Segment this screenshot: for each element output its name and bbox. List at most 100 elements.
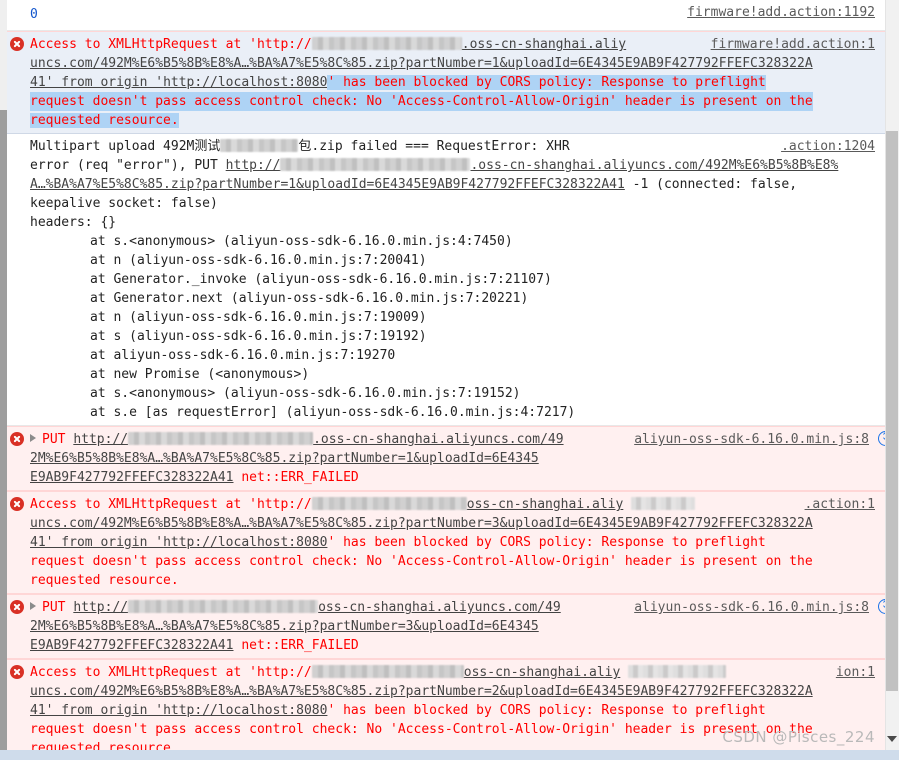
stack-frame[interactable]: at n (aliyun-oss-sdk-6.16.0.min.js:7:200…: [30, 251, 875, 270]
url-query[interactable]: A…%BA%A7%E5%8C%85.zip?partNumber=1&uploa…: [30, 177, 625, 192]
console-value: 0: [30, 7, 38, 22]
url-host-path[interactable]: oss-cn-shanghai.aliyuncs.com/49: [318, 600, 561, 615]
stack-frame[interactable]: at s.<anonymous> (aliyun-oss-sdk-6.16.0.…: [30, 384, 875, 403]
error-circle-icon: [10, 37, 24, 51]
url-fragment-tail[interactable]: 41' from origin ': [30, 703, 163, 718]
url-fragment[interactable]: uncs.com/492M%E6%B5%8B%E8%A…%BA%A7%E5%8C…: [30, 684, 813, 699]
error-circle-icon: [10, 600, 24, 614]
console-row-cors-error-3[interactable]: Access to XMLHttpRequest at 'http:// oss-…: [0, 659, 899, 760]
expand-triangle-icon[interactable]: [30, 434, 36, 442]
url-scheme[interactable]: http://: [73, 600, 128, 615]
console-source-link[interactable]: ion:1: [836, 663, 875, 682]
detail-line-5: headers: {}: [30, 215, 117, 230]
error-message-selected-a: ' has been blocked by CORS policy: Respo…: [327, 75, 766, 90]
error-circle-icon: [10, 432, 24, 446]
vertical-scrollbar-track[interactable]: [885, 0, 899, 760]
status-badge: net::ERR_FAILED: [241, 470, 359, 485]
bottom-status-bar: [0, 750, 899, 760]
error-message-line4: request doesn't pass access control chec…: [30, 554, 813, 569]
stack-frame[interactable]: at Generator.next (aliyun-oss-sdk-6.16.0…: [30, 289, 875, 308]
error-circle-icon: [10, 665, 24, 679]
stack-frame[interactable]: at n (aliyun-oss-sdk-6.16.0.min.js:7:190…: [30, 308, 875, 327]
detail-line-3: A…%BA%A7%E5%8C%85.zip?partNumber=1&uploa…: [30, 175, 875, 194]
stack-frame[interactable]: at s.e [as requestError] (aliyun-oss-sdk…: [30, 403, 875, 422]
status-badge: net::ERR_FAILED: [241, 638, 359, 653]
put-url-line3: E9AB9F427792FFEFC328322A41 net::ERR_FAIL…: [30, 468, 875, 487]
url-query[interactable]: 2M%E6%B5%8B%E8%A…%BA%A7%E5%8C%85.zip?par…: [30, 619, 539, 634]
stack-frame[interactable]: at s.<anonymous> (aliyun-oss-sdk-6.16.0.…: [30, 232, 875, 251]
console-source-link[interactable]: aliyun-oss-sdk-6.16.0.min.js:8: [634, 598, 869, 617]
console-source-link[interactable]: firmware!add.action:1: [711, 35, 875, 54]
host-suffix[interactable]: .oss-cn-shanghai.aliy: [462, 37, 626, 52]
error-message-part: Access to XMLHttpRequest at 'http://: [30, 497, 312, 512]
put-url-line3: E9AB9F427792FFEFC328322A41 net::ERR_FAIL…: [30, 636, 875, 655]
redacted-filename: [220, 139, 299, 152]
console-source-link[interactable]: aliyun-oss-sdk-6.16.0.min.js:8: [634, 430, 869, 449]
put-url-line2: 2M%E6%B5%8B%E8%A…%BA%A7%E5%8C%85.zip?par…: [30, 617, 875, 636]
console-row-put-error-1[interactable]: PUT http://.oss-cn-shanghai.aliyuncs.com…: [0, 426, 899, 491]
error-message-line3: 41' from origin 'http://localhost:8080' …: [30, 701, 875, 720]
stack-frame[interactable]: at new Promise (<anonymous>): [30, 365, 875, 384]
redacted-host-2: [280, 158, 471, 171]
detail-text-3: error (req "error"), PUT: [30, 158, 226, 173]
error-message-line2: uncs.com/492M%E6%B5%8B%E8%A…%BA%A7%E5%8C…: [30, 514, 875, 533]
error-message-part: Access to XMLHttpRequest at 'http://: [30, 37, 312, 52]
stack-frame[interactable]: at s (aliyun-oss-sdk-6.16.0.min.js:7:191…: [30, 327, 875, 346]
error-message-line4: request doesn't pass access control chec…: [30, 722, 813, 737]
error-message-line4: request doesn't pass access control chec…: [30, 92, 813, 111]
scroll-down-arrow-icon[interactable]: [887, 736, 897, 742]
error-message-line5: requested resource.: [30, 573, 179, 588]
url-host-path[interactable]: .oss-cn-shanghai.aliyuncs.com/492M%E6%B5…: [470, 158, 838, 173]
error-message-line2: uncs.com/492M%E6%B5%8B%E8%A…%BA%A7%E5%8C…: [30, 682, 875, 701]
url-fragment[interactable]: uncs.com/492M%E6%B5%8B%E8%A…%BA%A7%E5%8C…: [30, 516, 813, 531]
redacted-host-1: [311, 37, 462, 50]
error-message-line2: uncs.com/492M%E6%B5%8B%E8%A…%BA%A7%E5%8C…: [30, 54, 875, 73]
error-message-part: Access to XMLHttpRequest at 'http://: [30, 665, 312, 680]
error-circle-icon: [10, 497, 24, 511]
redacted-host-6: [311, 665, 464, 678]
url-query-tail[interactable]: E9AB9F427792FFEFC328322A41: [30, 470, 234, 485]
redacted-host-5: [128, 600, 319, 613]
origin-link[interactable]: http://localhost:8080: [163, 75, 327, 90]
host-suffix[interactable]: oss-cn-shanghai.aliy: [464, 665, 621, 680]
url-query[interactable]: 2M%E6%B5%8B%E8%A…%BA%A7%E5%8C%85.zip?par…: [30, 451, 539, 466]
host-suffix[interactable]: oss-cn-shanghai.aliy: [467, 497, 624, 512]
left-gutter-top: [0, 0, 7, 110]
redacted-source-2: [628, 665, 727, 678]
origin-link[interactable]: http://localhost:8080: [163, 703, 327, 718]
left-gutter-bar[interactable]: [0, 110, 7, 760]
detail-error-type: RequestError: XHR: [436, 139, 570, 154]
url-host-path[interactable]: .oss-cn-shanghai.aliyuncs.com/49: [313, 432, 563, 447]
console-row-put-error-2[interactable]: PUT http://oss-cn-shanghai.aliyuncs.com/…: [0, 594, 899, 659]
console-source-link[interactable]: .action:1: [805, 495, 875, 514]
error-message-line3: 41' from origin 'http://localhost:8080' …: [30, 73, 875, 92]
url-fragment-tail[interactable]: 41' from origin ': [30, 535, 163, 550]
url-query-tail[interactable]: E9AB9F427792FFEFC328322A41: [30, 638, 234, 653]
stack-frame[interactable]: at aliyun-oss-sdk-6.16.0.min.js:7:19270: [30, 346, 875, 365]
vertical-scrollbar-thumb[interactable]: [886, 131, 898, 691]
console-source-link[interactable]: .action:1204: [781, 137, 875, 156]
console-row-count[interactable]: 0 firmware!add.action:1192: [0, 0, 899, 31]
devtools-console-panel[interactable]: 0 firmware!add.action:1192 Access to XML…: [0, 0, 899, 760]
error-message-tail: ' has been blocked by CORS policy: Respo…: [327, 535, 766, 550]
detail-text-4: -1 (connected: false,: [624, 177, 798, 192]
console-source-link[interactable]: firmware!add.action:1192: [687, 3, 875, 22]
detail-text: Multipart upload 492M测试: [30, 139, 221, 154]
redacted-source-1: [631, 497, 696, 510]
origin-link[interactable]: http://localhost:8080: [163, 535, 327, 550]
console-row-multipart-error-detail[interactable]: .action:1204 Multipart upload 492M测试 包.zi…: [0, 134, 899, 426]
detail-line-1: Multipart upload 492M测试 包.zip failed === …: [30, 137, 875, 156]
detail-line-2: error (req "error"), PUT http:// .oss-cn-…: [30, 156, 875, 175]
detail-line-4: keepalive socket: false): [30, 196, 218, 211]
error-message-tail: ' has been blocked by CORS policy: Respo…: [327, 703, 766, 718]
url-fragment-tail[interactable]: 41' from origin ': [30, 75, 163, 90]
console-row-cors-error-2[interactable]: Access to XMLHttpRequest at 'http:// oss-…: [0, 491, 899, 594]
url-scheme[interactable]: http://: [226, 158, 281, 173]
stack-frame[interactable]: at Generator._invoke (aliyun-oss-sdk-6.1…: [30, 270, 875, 289]
url-fragment[interactable]: uncs.com/492M%E6%B5%8B%E8%A…%BA%A7%E5%8C…: [30, 56, 813, 71]
redacted-host-3: [128, 432, 314, 445]
expand-triangle-icon[interactable]: [30, 602, 36, 610]
console-row-cors-error-1[interactable]: Access to XMLHttpRequest at 'http:// .oss…: [0, 31, 899, 134]
url-scheme[interactable]: http://: [73, 432, 128, 447]
detail-text-2: 包.zip failed ===: [298, 139, 437, 154]
